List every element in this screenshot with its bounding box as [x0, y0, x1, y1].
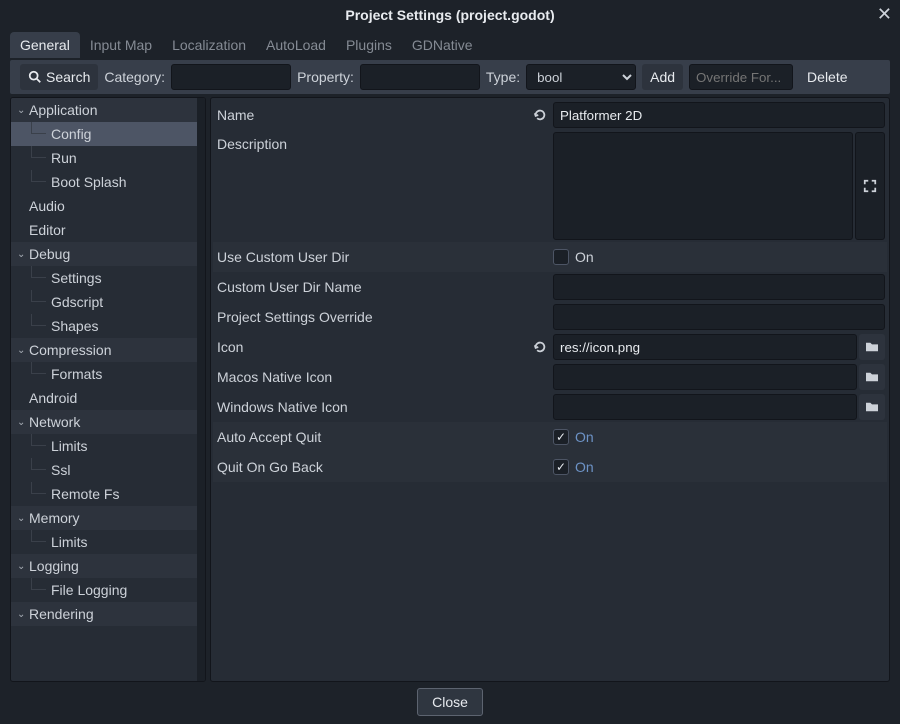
use-custom-user-dir-checkbox[interactable] — [553, 249, 569, 265]
category-label: Category: — [104, 69, 165, 85]
quit-on-go-back-checkbox[interactable] — [553, 459, 569, 475]
tree-limits[interactable]: Limits — [11, 434, 205, 458]
folder-icon — [865, 401, 879, 413]
tree-formats[interactable]: Formats — [11, 362, 205, 386]
tab-input-map[interactable]: Input Map — [80, 32, 162, 58]
prop-auto-accept-quit: Auto Accept Quit On — [213, 422, 887, 452]
tree-compression[interactable]: ⌄ Compression — [11, 338, 205, 362]
project-settings-override-input[interactable] — [553, 304, 885, 330]
tree-config[interactable]: Config — [11, 122, 205, 146]
prop-name: Name — [213, 100, 887, 130]
chevron-down-icon: ⌄ — [17, 609, 27, 620]
browse-button[interactable] — [859, 394, 885, 420]
tree-audio[interactable]: Audio — [11, 194, 205, 218]
tree-memory-limits[interactable]: Limits — [11, 530, 205, 554]
tree-boot-splash[interactable]: Boot Splash — [11, 170, 205, 194]
windows-icon-input[interactable] — [553, 394, 857, 420]
override-input[interactable] — [689, 64, 793, 90]
tree-logging[interactable]: ⌄ Logging — [11, 554, 205, 578]
tree-application[interactable]: ⌄ Application — [11, 98, 205, 122]
tree-memory[interactable]: ⌄ Memory — [11, 506, 205, 530]
search-button[interactable]: Search — [20, 64, 98, 90]
property-label: Property: — [297, 69, 354, 85]
chevron-down-icon: ⌄ — [17, 345, 27, 356]
chevron-down-icon: ⌄ — [17, 561, 27, 572]
close-icon[interactable]: ✕ — [877, 4, 892, 25]
scrollbar[interactable] — [197, 98, 205, 681]
prop-custom-user-dir-name: Custom User Dir Name — [213, 272, 887, 302]
tree-ssl[interactable]: Ssl — [11, 458, 205, 482]
auto-accept-quit-checkbox[interactable] — [553, 429, 569, 445]
tree-network[interactable]: ⌄ Network — [11, 410, 205, 434]
prop-windows-icon: Windows Native Icon — [213, 392, 887, 422]
delete-button[interactable]: Delete — [799, 64, 855, 90]
expand-button[interactable] — [855, 132, 885, 240]
revert-icon[interactable] — [529, 332, 551, 362]
titlebar: Project Settings (project.godot) ✕ — [0, 0, 900, 30]
tab-localization[interactable]: Localization — [162, 32, 256, 58]
add-button[interactable]: Add — [642, 64, 683, 90]
tabs: General Input Map Localization AutoLoad … — [0, 30, 900, 60]
chevron-down-icon: ⌄ — [17, 513, 27, 524]
category-tree: ⌄ Application Config Run Boot Splash Aud… — [10, 97, 206, 682]
main-area: ⌄ Application Config Run Boot Splash Aud… — [10, 97, 890, 682]
tree-settings[interactable]: Settings — [11, 266, 205, 290]
name-input[interactable] — [553, 102, 885, 128]
type-label: Type: — [486, 69, 520, 85]
expand-icon — [863, 179, 877, 193]
chevron-down-icon: ⌄ — [17, 249, 27, 260]
prop-use-custom-user-dir: Use Custom User Dir On — [213, 242, 887, 272]
custom-user-dir-name-input[interactable] — [553, 274, 885, 300]
tree-shapes[interactable]: Shapes — [11, 314, 205, 338]
revert-icon[interactable] — [529, 100, 551, 130]
close-button[interactable]: Close — [417, 688, 483, 716]
prop-description: Description — [213, 130, 887, 242]
tree-run[interactable]: Run — [11, 146, 205, 170]
properties-panel: Name Description — [210, 97, 890, 682]
chevron-down-icon: ⌄ — [17, 417, 27, 428]
browse-button[interactable] — [859, 334, 885, 360]
macos-icon-input[interactable] — [553, 364, 857, 390]
search-icon — [28, 70, 42, 84]
search-label: Search — [46, 69, 90, 85]
tab-gdnative[interactable]: GDNative — [402, 32, 483, 58]
tree-editor[interactable]: Editor — [11, 218, 205, 242]
prop-icon: Icon — [213, 332, 887, 362]
category-input[interactable] — [171, 64, 291, 90]
folder-icon — [865, 371, 879, 383]
toolbar: Search Category: Property: Type: bool Ad… — [10, 60, 890, 94]
property-input[interactable] — [360, 64, 480, 90]
browse-button[interactable] — [859, 364, 885, 390]
tree-gdscript[interactable]: Gdscript — [11, 290, 205, 314]
prop-quit-on-go-back: Quit On Go Back On — [213, 452, 887, 482]
icon-input[interactable] — [553, 334, 857, 360]
tree-file-logging[interactable]: File Logging — [11, 578, 205, 602]
folder-icon — [865, 341, 879, 353]
tree-rendering[interactable]: ⌄ Rendering — [11, 602, 205, 626]
prop-project-settings-override: Project Settings Override — [213, 302, 887, 332]
window-title: Project Settings (project.godot) — [345, 7, 554, 23]
chevron-down-icon: ⌄ — [17, 105, 27, 116]
type-select[interactable]: bool — [526, 64, 636, 90]
tab-plugins[interactable]: Plugins — [336, 32, 402, 58]
description-textarea[interactable] — [553, 132, 853, 240]
tree-debug[interactable]: ⌄ Debug — [11, 242, 205, 266]
tree-remote-fs[interactable]: Remote Fs — [11, 482, 205, 506]
prop-macos-icon: Macos Native Icon — [213, 362, 887, 392]
tab-general[interactable]: General — [10, 32, 80, 58]
tree-android[interactable]: Android — [11, 386, 205, 410]
tab-autoload[interactable]: AutoLoad — [256, 32, 336, 58]
footer: Close — [0, 682, 900, 722]
